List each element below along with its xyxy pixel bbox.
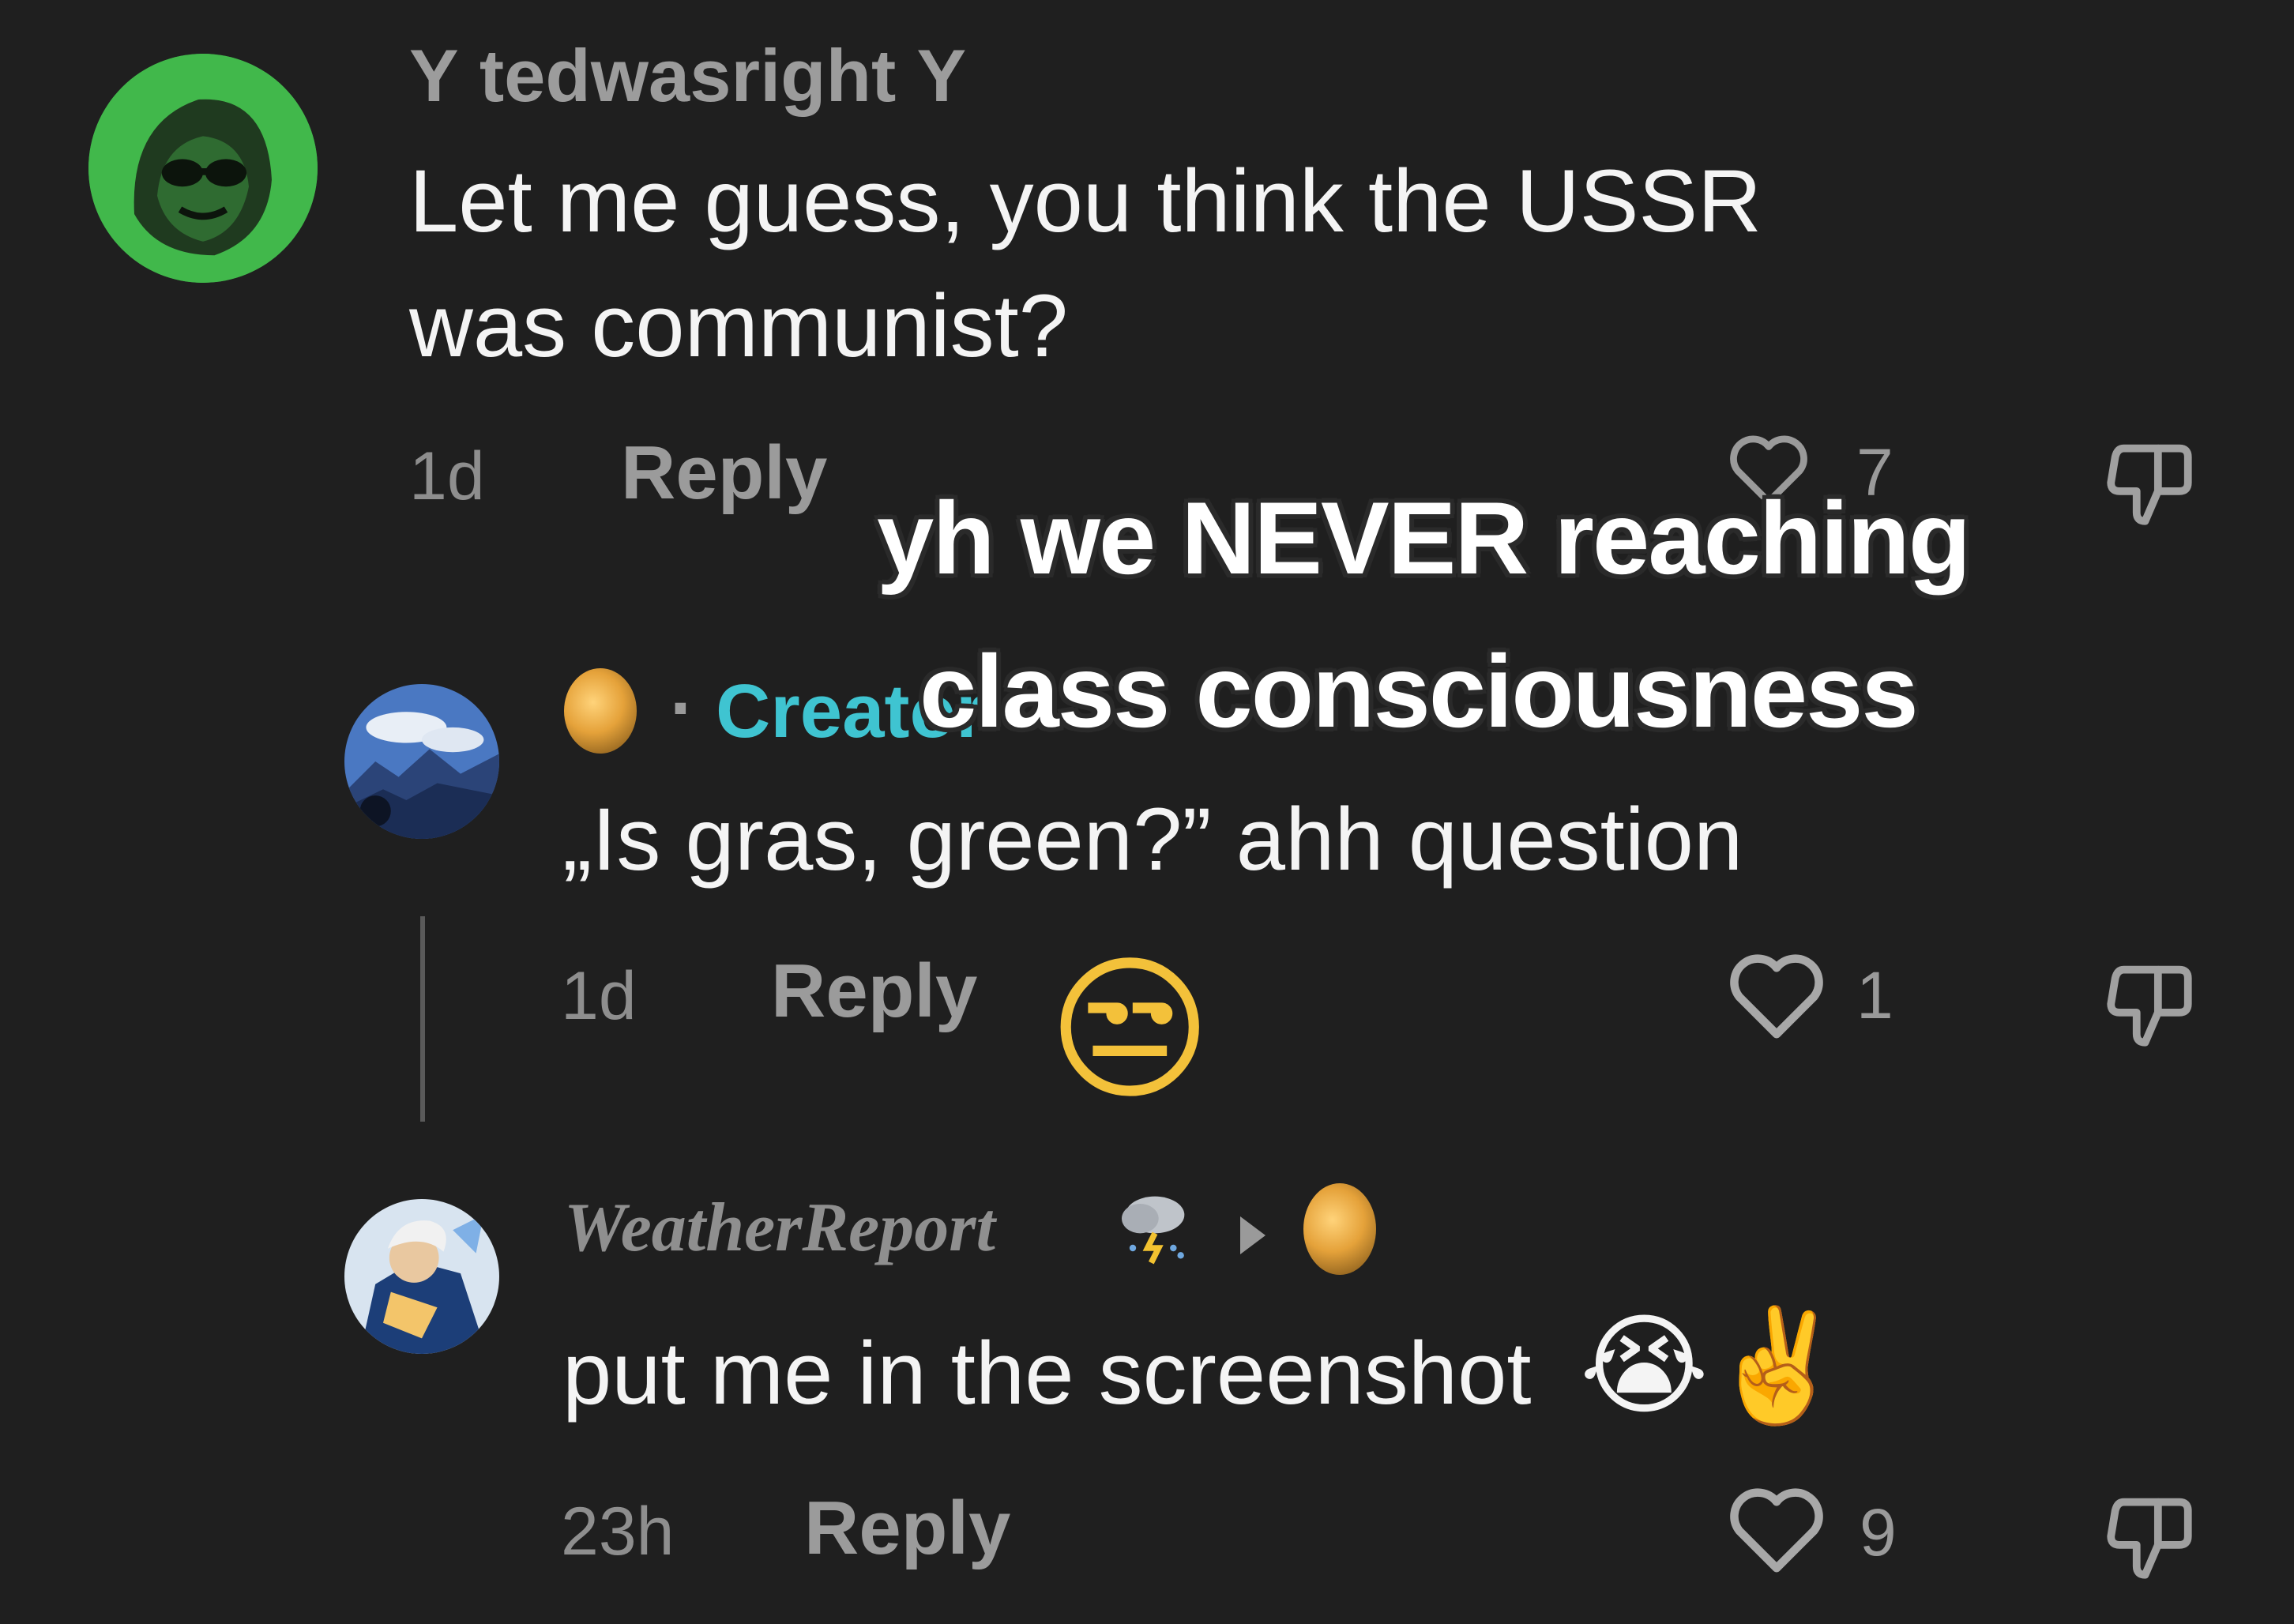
gold-medal-badge-icon bbox=[1303, 1183, 1376, 1275]
comment-timestamp: 23h bbox=[561, 1494, 675, 1569]
thumbs-down-icon[interactable] bbox=[2098, 1485, 2201, 1588]
heart-icon[interactable] bbox=[1727, 951, 1826, 1043]
gold-medal-badge-icon bbox=[564, 668, 637, 754]
avatar[interactable] bbox=[88, 54, 318, 283]
thumbs-down-icon[interactable] bbox=[2098, 953, 2201, 1055]
comment-text: „Is gras, green?” ahh question bbox=[562, 790, 1743, 889]
avatar[interactable] bbox=[344, 1199, 499, 1354]
like-count: 1 bbox=[1856, 958, 1893, 1032]
reply-button[interactable]: Reply bbox=[621, 430, 827, 517]
overlay-caption-line2: class consciousness bbox=[919, 633, 1919, 749]
unamused-emoji: 😒 bbox=[1047, 942, 1213, 1118]
crying-peace-emoji: 😭✌️ bbox=[1579, 1303, 1847, 1427]
heart-icon[interactable] bbox=[1727, 1485, 1826, 1577]
avatar[interactable] bbox=[344, 684, 499, 839]
thumbs-down-icon[interactable] bbox=[2098, 431, 2201, 534]
comment-username[interactable]: WeatherReport bbox=[564, 1188, 995, 1268]
sky-mountain-icon bbox=[344, 684, 499, 839]
comment-timestamp: 1d bbox=[561, 958, 637, 1034]
creator-dot: · bbox=[670, 666, 695, 750]
comment-text-body: put me in the screenshot bbox=[562, 1324, 1532, 1423]
anime-character-icon bbox=[344, 1199, 499, 1354]
comment-timestamp: 1d bbox=[409, 438, 485, 514]
storm-cloud-icon bbox=[1111, 1182, 1199, 1270]
overlay-caption-line1: yh we NEVER reaching bbox=[877, 480, 1971, 596]
thread-line bbox=[420, 916, 425, 1122]
like-count: 9 bbox=[1860, 1495, 1897, 1569]
reply-button[interactable]: Reply bbox=[804, 1485, 1010, 1572]
comment-text: put me in the screenshot 😭✌️ bbox=[562, 1303, 1847, 1436]
reply-button[interactable]: Reply bbox=[771, 948, 977, 1035]
comment-text-line1: Let me guess, you think the USSR bbox=[409, 152, 1762, 250]
play-arrow-icon bbox=[1237, 1213, 1269, 1257]
comment-text-line2: was communist? bbox=[409, 276, 1069, 375]
comment-username[interactable]: Υ tedwasright Υ bbox=[409, 33, 966, 118]
hooded-figure-icon bbox=[88, 54, 318, 283]
